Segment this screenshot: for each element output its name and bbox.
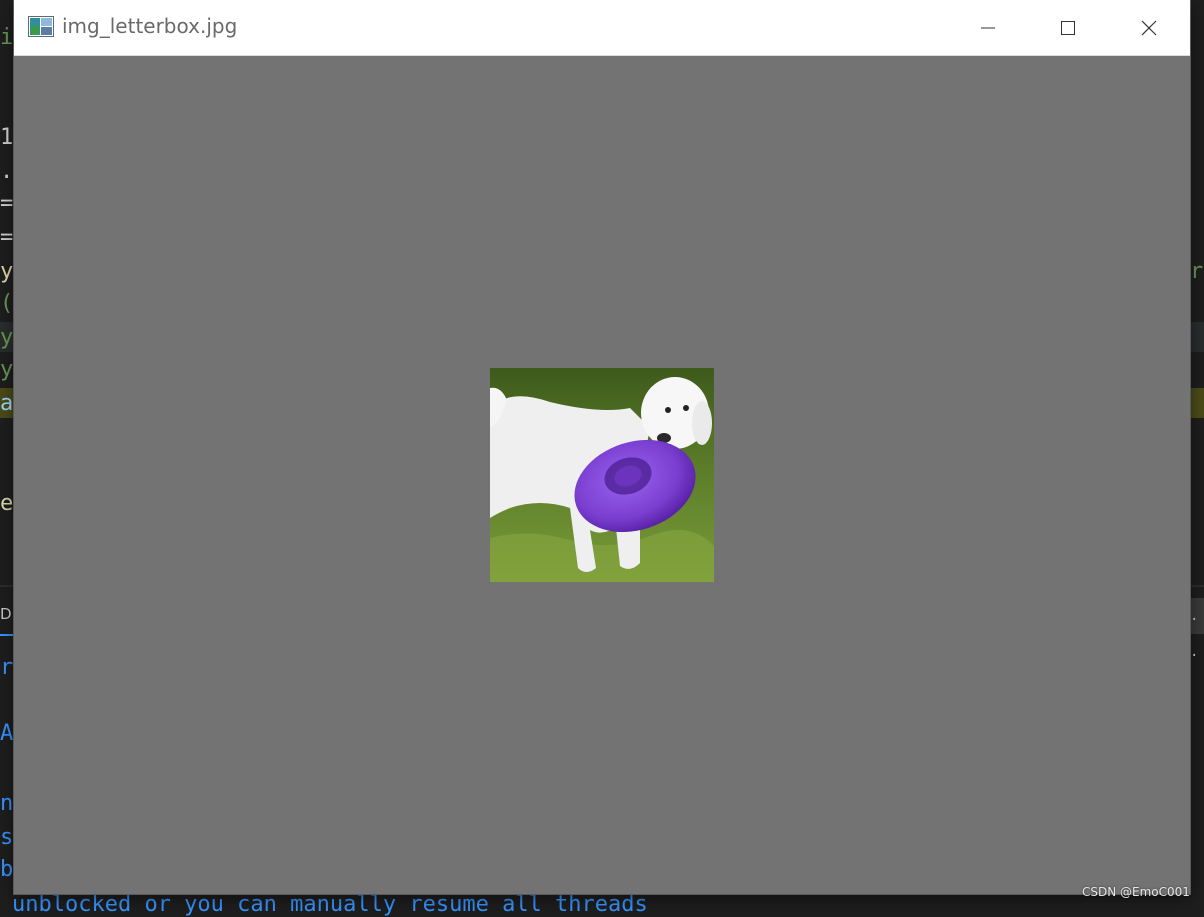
terminal-glyph: A (0, 721, 14, 746)
code-glyph: y (0, 357, 14, 382)
panel-tab[interactable]: D (0, 605, 12, 623)
code-glyph: i (0, 25, 14, 50)
terminal-glyph: s (0, 825, 14, 850)
maximize-button[interactable] (1028, 0, 1108, 55)
panel-more-button[interactable]: . . (1190, 598, 1204, 660)
panel-tab-underline (0, 634, 14, 636)
code-glyph: = (0, 225, 14, 250)
terminal-glyph: r (0, 655, 14, 680)
image-canvas (14, 56, 1190, 894)
code-glyph: a (0, 391, 14, 416)
dog-frisbee-image (490, 368, 714, 582)
window-titlebar[interactable]: img_letterbox.jpg (14, 0, 1190, 56)
code-glyph: e (0, 491, 14, 516)
close-button[interactable] (1108, 0, 1190, 55)
code-glyph: ( (0, 291, 14, 316)
code-glyph: 1 (0, 125, 14, 150)
terminal-glyph: n (0, 791, 14, 816)
terminal-glyph: b (0, 857, 14, 882)
image-viewer-window[interactable]: img_letterbox.jpg (14, 0, 1190, 894)
close-icon (1141, 20, 1157, 35)
maximize-icon (1061, 20, 1075, 35)
terminal-output-line: unblocked or you can manually resume all… (12, 892, 648, 917)
watermark: CSDN @EmoC001 (1082, 885, 1190, 899)
image-app-icon (28, 16, 54, 37)
window-title: img_letterbox.jpg (62, 14, 238, 38)
code-glyph: . (0, 159, 14, 184)
minimize-button[interactable] (948, 0, 1028, 55)
code-glyph: y (0, 325, 14, 350)
code-glyph-right: r (1190, 259, 1204, 284)
minimize-icon (981, 27, 995, 28)
code-glyph: y (0, 259, 14, 284)
code-glyph: = (0, 191, 14, 216)
